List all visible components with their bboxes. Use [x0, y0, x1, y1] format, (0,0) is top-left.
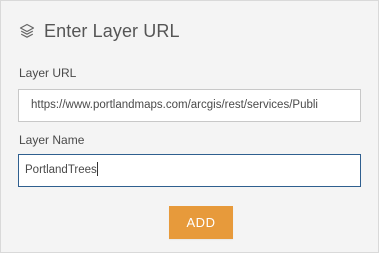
- panel-header: Enter Layer URL: [18, 19, 180, 43]
- layer-url-input[interactable]: https://www.portlandmaps.com/arcgis/rest…: [18, 89, 361, 122]
- layer-name-input[interactable]: PortlandTrees: [18, 154, 361, 187]
- add-layer-panel: Enter Layer URL Layer URL https://www.po…: [0, 0, 379, 253]
- layer-name-value: PortlandTrees: [25, 164, 97, 176]
- add-button[interactable]: ADD: [169, 206, 233, 239]
- layer-url-value: https://www.portlandmaps.com/arcgis/rest…: [31, 99, 318, 111]
- layer-url-label: Layer URL: [19, 66, 77, 80]
- text-caret: [96, 161, 98, 176]
- layers-icon: [18, 22, 36, 40]
- layer-name-label: Layer Name: [19, 133, 85, 147]
- panel-title: Enter Layer URL: [44, 20, 180, 41]
